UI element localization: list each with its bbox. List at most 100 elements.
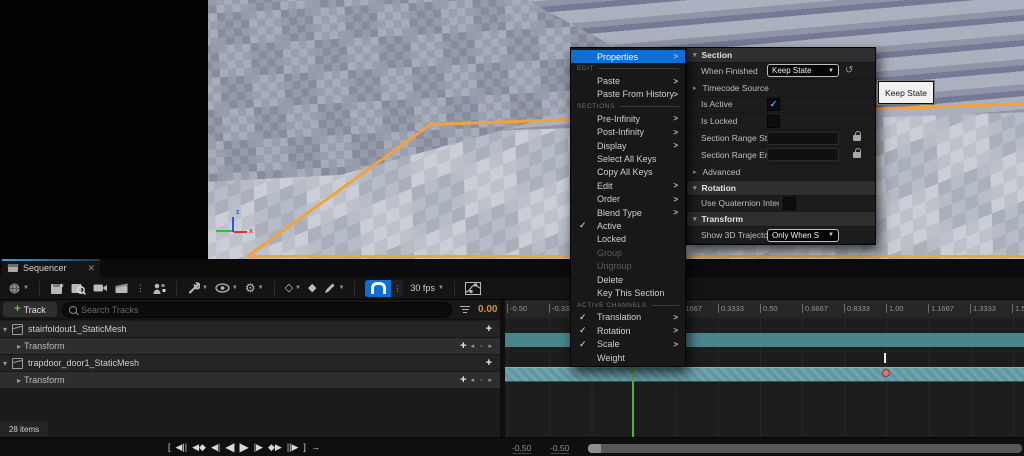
next-key-button[interactable]: ◆▶ xyxy=(268,441,282,454)
keyframe-marker[interactable] xyxy=(884,353,886,363)
playback-start-bracket-button[interactable]: [ xyxy=(168,441,171,454)
browse-sequence-button[interactable] xyxy=(71,282,86,295)
playback-end-bracket-button[interactable]: ] xyxy=(303,441,306,454)
prop-timecode-source[interactable]: ▸Timecode Source xyxy=(687,80,875,97)
actor-sequence-button[interactable] xyxy=(152,282,166,295)
step-forward-button[interactable]: |▶ xyxy=(254,441,263,454)
track-row-object[interactable]: ▾ stairfoldout1_StaticMesh + xyxy=(0,321,500,338)
chevron-down-icon: ▼ xyxy=(438,285,444,291)
key-navigation-icons[interactable]: ◂ ◦ ▸ xyxy=(471,342,494,350)
tab-sequencer[interactable]: Sequencer ✕ xyxy=(2,259,100,277)
jump-to-end-button[interactable]: ||▶ xyxy=(287,441,299,454)
menu-item-paste[interactable]: Paste> xyxy=(571,74,685,87)
view-range-start-field[interactable]: -0.50 xyxy=(512,443,531,454)
track-row-transform[interactable]: ▸ Transform + ◂ ◦ ▸ xyxy=(0,372,500,389)
camera-button[interactable] xyxy=(93,282,108,294)
working-range-start-field[interactable]: -0.50 xyxy=(550,443,569,454)
view-options-button[interactable]: ▼ xyxy=(215,283,238,293)
play-reverse-button[interactable]: ◀ xyxy=(225,441,234,454)
add-track-button[interactable]: +Track xyxy=(3,302,57,317)
edit-options-button[interactable]: ▼ xyxy=(323,282,344,295)
previous-key-button[interactable]: ◀◆ xyxy=(192,441,206,454)
category-rotation[interactable]: ▾Rotation xyxy=(687,181,875,196)
loop-mode-button[interactable]: → xyxy=(311,441,320,454)
search-tracks-input[interactable]: Search Tracks xyxy=(62,302,452,318)
expand-caret-icon[interactable]: ▸ xyxy=(14,376,24,385)
menu-item-order[interactable]: Order> xyxy=(571,193,685,206)
keyframe-options-button[interactable]: ◇▼ xyxy=(285,283,301,294)
key-navigation-icons[interactable]: ◂ ◦ ▸ xyxy=(471,376,494,384)
tab-close-icon[interactable]: ✕ xyxy=(87,263,95,274)
expand-caret-icon[interactable]: ▸ xyxy=(14,342,24,351)
filter-icon[interactable] xyxy=(460,306,470,314)
menu-item-scale[interactable]: ✓Scale> xyxy=(571,337,685,350)
quaternion-checkbox[interactable] xyxy=(783,197,796,210)
add-key-icon[interactable]: + xyxy=(460,340,466,352)
gizmo-x-axis[interactable] xyxy=(234,231,247,233)
is-active-checkbox[interactable]: ✓ xyxy=(767,98,780,111)
menu-item-key-this-section[interactable]: Key This Section xyxy=(571,286,685,299)
current-time-display[interactable]: 0.00 xyxy=(478,304,497,315)
more-options-dots-icon[interactable]: ⋮ xyxy=(136,284,145,293)
search-icon xyxy=(69,306,77,314)
snap-magnet-button[interactable] xyxy=(365,280,391,297)
track-row-object[interactable]: ▾ trapdoor_door1_StaticMesh + xyxy=(0,355,500,372)
is-locked-checkbox[interactable] xyxy=(767,115,780,128)
toolbar-separator xyxy=(176,281,177,296)
menu-item-edit[interactable]: Edit> xyxy=(571,179,685,192)
track-row-transform[interactable]: ▸ Transform + ◂ ◦ ▸ xyxy=(0,338,500,355)
menu-item-weight[interactable]: Weight xyxy=(571,351,685,364)
chevron-down-icon: ▼ xyxy=(232,285,238,291)
menu-item-copy-all-keys[interactable]: Copy All Keys xyxy=(571,166,685,179)
expand-caret-icon[interactable]: ▾ xyxy=(0,325,10,334)
track-name: stairfoldout1_StaticMesh xyxy=(28,324,127,334)
gizmo-x-label: x xyxy=(249,228,253,235)
selected-keyframe-icon[interactable] xyxy=(882,369,890,377)
add-section-icon[interactable]: + xyxy=(486,323,492,335)
auto-key-button[interactable]: ◆ xyxy=(308,283,316,294)
lock-icon[interactable] xyxy=(853,152,861,158)
trajectory-dropdown[interactable]: Only When S▼ xyxy=(767,229,839,242)
menu-item-paste-from-history[interactable]: Paste From History> xyxy=(571,88,685,101)
gizmo-y-axis[interactable] xyxy=(216,230,232,232)
lock-icon[interactable] xyxy=(853,135,861,141)
reset-to-default-icon[interactable]: ↺ xyxy=(845,65,853,76)
snap-options-dots-icon[interactable]: ⋮ xyxy=(391,280,403,297)
scrollbar-handle[interactable] xyxy=(588,444,601,453)
fps-selector[interactable]: 30 fps▼ xyxy=(410,283,443,293)
playback-options-button[interactable]: ⚙▼ xyxy=(245,282,264,294)
wrench-settings-button[interactable]: ▼ xyxy=(187,282,208,295)
track-controls-row: +Track Search Tracks 0.00 xyxy=(0,300,500,320)
render-movie-button[interactable] xyxy=(115,282,129,294)
gizmo-z-axis[interactable] xyxy=(232,217,234,232)
menu-item-properties[interactable]: Properties> xyxy=(571,50,685,63)
menu-item-translation[interactable]: ✓Translation> xyxy=(571,311,685,324)
when-finished-dropdown[interactable]: Keep State▼ xyxy=(767,64,839,77)
empty-panel xyxy=(0,0,208,259)
range-end-input[interactable] xyxy=(767,148,839,161)
menu-item-pre-infinity[interactable]: Pre-Infinity> xyxy=(571,112,685,125)
menu-item-blend-type[interactable]: Blend Type> xyxy=(571,206,685,219)
add-key-icon[interactable]: + xyxy=(460,374,466,386)
menu-item-active[interactable]: ✓Active xyxy=(571,219,685,232)
world-options-button[interactable]: ▼ xyxy=(8,282,29,295)
section-bar-selected[interactable] xyxy=(505,367,1024,382)
add-section-icon[interactable]: + xyxy=(486,357,492,369)
expand-caret-icon[interactable]: ▾ xyxy=(0,359,10,368)
range-start-input[interactable] xyxy=(767,132,839,145)
menu-item-rotation[interactable]: ✓Rotation> xyxy=(571,324,685,337)
timeline-scrollbar[interactable] xyxy=(588,444,1022,453)
menu-item-locked[interactable]: Locked xyxy=(571,233,685,246)
curve-editor-button[interactable] xyxy=(465,282,481,295)
menu-item-post-infinity[interactable]: Post-Infinity> xyxy=(571,126,685,139)
jump-to-front-button[interactable]: ◀|| xyxy=(176,441,188,454)
prop-advanced[interactable]: ▸Advanced xyxy=(687,164,875,181)
menu-item-display[interactable]: Display> xyxy=(571,139,685,152)
menu-item-select-all-keys[interactable]: Select All Keys xyxy=(571,152,685,165)
category-transform[interactable]: ▾Transform xyxy=(687,212,875,227)
menu-item-delete[interactable]: Delete xyxy=(571,273,685,286)
step-back-button[interactable]: ◀| xyxy=(211,441,220,454)
save-button[interactable] xyxy=(50,282,64,295)
category-section[interactable]: ▾Section xyxy=(687,48,875,63)
play-button[interactable]: ▶ xyxy=(239,441,248,454)
